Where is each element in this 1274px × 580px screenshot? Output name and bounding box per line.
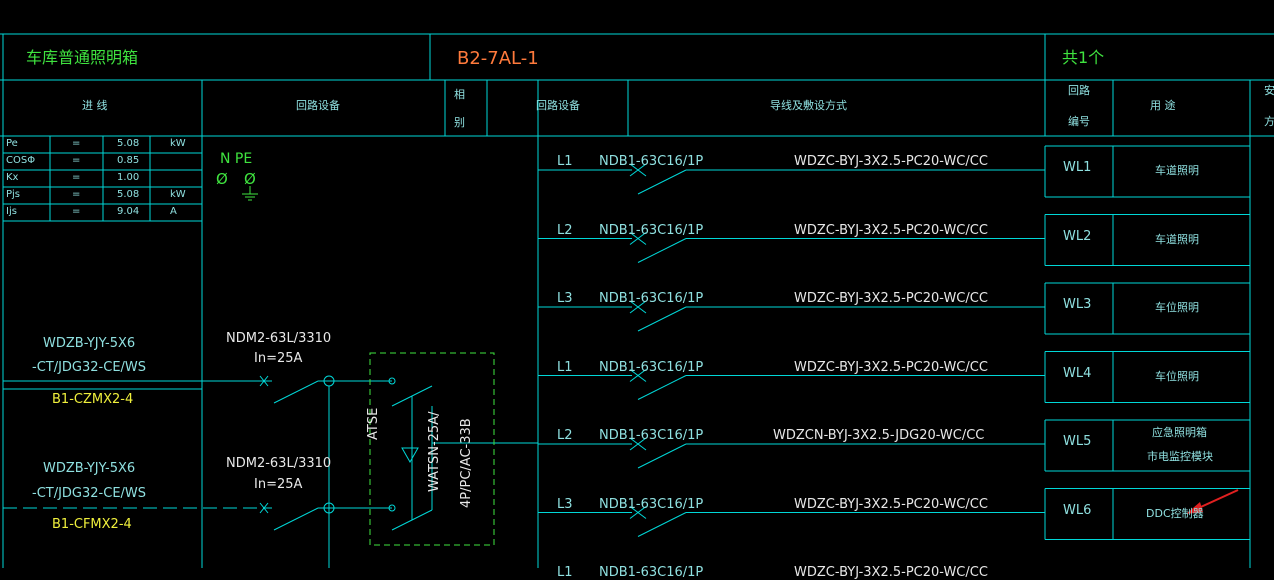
header-circuit-equipment-2: 回路设备 xyxy=(536,99,580,112)
breaker-blade xyxy=(637,512,687,537)
circuit-number: WL3 xyxy=(1063,297,1092,312)
feeder-2-source: B1-CFMX2-4 xyxy=(52,517,132,532)
circuit-usage: 应急照明箱 xyxy=(1152,426,1207,439)
circuit-usage: 车道照明 xyxy=(1155,164,1199,177)
circuit-breaker-model: NDB1-63C16/1P xyxy=(599,222,704,238)
circuit-breaker-model: NDB1-63C16/1P xyxy=(599,154,704,169)
header-phase-1: 相 xyxy=(454,88,465,101)
circuit-usage: 车位照明 xyxy=(1155,369,1199,383)
header-install-2: 方 xyxy=(1264,115,1274,128)
header-circuit-no-2: 编号 xyxy=(1068,115,1090,128)
load-eq-cell: = xyxy=(72,155,81,166)
ground-icon xyxy=(242,186,258,201)
breaker-blade xyxy=(637,238,687,263)
header-circuit-equipment-1: 回路设备 xyxy=(296,99,340,112)
ats-model-1: WATSN-25A/ xyxy=(427,411,442,492)
feeder-1-cable-2: -CT/JDG32-CE/WS xyxy=(32,360,147,375)
npe-label: N PE xyxy=(220,151,253,167)
load-unit-cell: kW xyxy=(170,138,186,149)
load-value-cell: 9.04 xyxy=(117,206,140,217)
circuit-wiring: WDZC-BYJ-3X2.5-PC20-WC/CC xyxy=(794,496,988,512)
circuit-breaker-model: NDB1-63C16/1P xyxy=(599,496,704,512)
load-unit-cell: A xyxy=(170,206,177,217)
circuit-wiring: WDZCN-BYJ-3X2.5-JDG20-WC/CC xyxy=(773,428,985,443)
feeder-1-breaker-rating: In=25A xyxy=(254,351,303,366)
circuit-wiring: WDZC-BYJ-3X2.5-PC20-WC/CC xyxy=(794,291,988,306)
feeder-1-breaker-model: NDM2-63L/3310 xyxy=(226,331,332,346)
load-eq-cell: = xyxy=(72,172,81,183)
circuit-phase: L3 xyxy=(557,291,573,306)
circuit-phase: L2 xyxy=(557,428,573,443)
feeder-2-breaker-rating: In=25A xyxy=(254,477,303,492)
circuit-number: WL4 xyxy=(1063,365,1092,381)
circuit-usage: DDC控制器 xyxy=(1146,506,1204,520)
header-install-1: 安 xyxy=(1264,84,1274,97)
load-value-cell: 1.00 xyxy=(117,172,140,183)
breaker-blade xyxy=(637,443,687,469)
header-circuit-no-1: 回路 xyxy=(1068,84,1090,97)
load-value-cell: 0.85 xyxy=(117,155,140,166)
breaker-blade xyxy=(637,375,687,400)
breaker-blade xyxy=(637,169,687,195)
ats-label: ATSE xyxy=(366,407,381,440)
load-param-cell: Kx xyxy=(6,172,19,183)
circuit-number: WL6 xyxy=(1063,502,1092,518)
header-usage: 用 途 xyxy=(1150,99,1176,112)
circuit-phase: L1 xyxy=(557,359,573,375)
circuit-number: WL2 xyxy=(1063,228,1092,244)
load-value-cell: 5.08 xyxy=(117,138,140,149)
load-param-cell: COSΦ xyxy=(6,155,36,166)
load-unit-cell: kW xyxy=(170,189,186,200)
circuit-wiring: WDZC-BYJ-3X2.5-PC20-WC/CC xyxy=(794,222,988,238)
load-param-cell: Pjs xyxy=(6,189,21,200)
circuit-number: WL5 xyxy=(1063,434,1092,449)
circuit-breaker-model: NDB1-63C16/1P xyxy=(599,359,704,375)
feeder-1-cable-1: WDZB-YJY-5X6 xyxy=(43,336,136,351)
breaker-blade xyxy=(637,306,687,332)
box-quantity: 共1个 xyxy=(1062,48,1105,67)
header-phase-2: 别 xyxy=(454,116,465,129)
circuit-usage: 车位照明 xyxy=(1155,301,1199,314)
header-wiring: 导线及敷设方式 xyxy=(770,99,847,112)
load-eq-cell: = xyxy=(72,138,81,149)
pe-icon: Ø xyxy=(244,170,256,188)
load-eq-cell: = xyxy=(72,189,81,200)
circuit-number: WL1 xyxy=(1063,160,1092,175)
circuit-usage-line-2: 市电监控模块 xyxy=(1147,450,1213,463)
circuit-breaker-model: NDB1-63C16/1P xyxy=(599,428,704,443)
circuit-phase: L2 xyxy=(557,222,573,238)
circuit-wiring: WDZC-BYJ-3X2.5-PC20-WC/CC xyxy=(794,154,988,169)
circuit-breaker-model: NDB1-63C16/1P xyxy=(599,291,704,306)
load-param-cell: Pe xyxy=(6,138,18,149)
load-value-cell: 5.08 xyxy=(117,189,140,200)
circuit-usage: 车道照明 xyxy=(1155,232,1199,246)
feeder-2-breaker-model: NDM2-63L/3310 xyxy=(226,456,332,471)
neutral-icon: Ø xyxy=(216,170,228,188)
header-incoming: 进 线 xyxy=(82,99,108,112)
feeder-2-cable-2: -CT/JDG32-CE/WS xyxy=(32,486,147,501)
box-name: 车库普通照明箱 xyxy=(26,48,139,67)
circuit-phase: L1 xyxy=(557,154,573,169)
feeder-2-cable-1: WDZB-YJY-5X6 xyxy=(43,461,136,476)
box-code: B2-7AL-1 xyxy=(457,48,539,69)
load-param-cell: Ijs xyxy=(6,206,17,217)
ats-model-2: 4P/PC/AC-33B xyxy=(459,418,474,508)
circuit-phase: L3 xyxy=(557,496,573,512)
feeder-1-source: B1-CZMX2-4 xyxy=(52,392,134,407)
load-eq-cell: = xyxy=(72,206,81,217)
circuit-wiring: WDZC-BYJ-3X2.5-PC20-WC/CC xyxy=(794,359,988,375)
